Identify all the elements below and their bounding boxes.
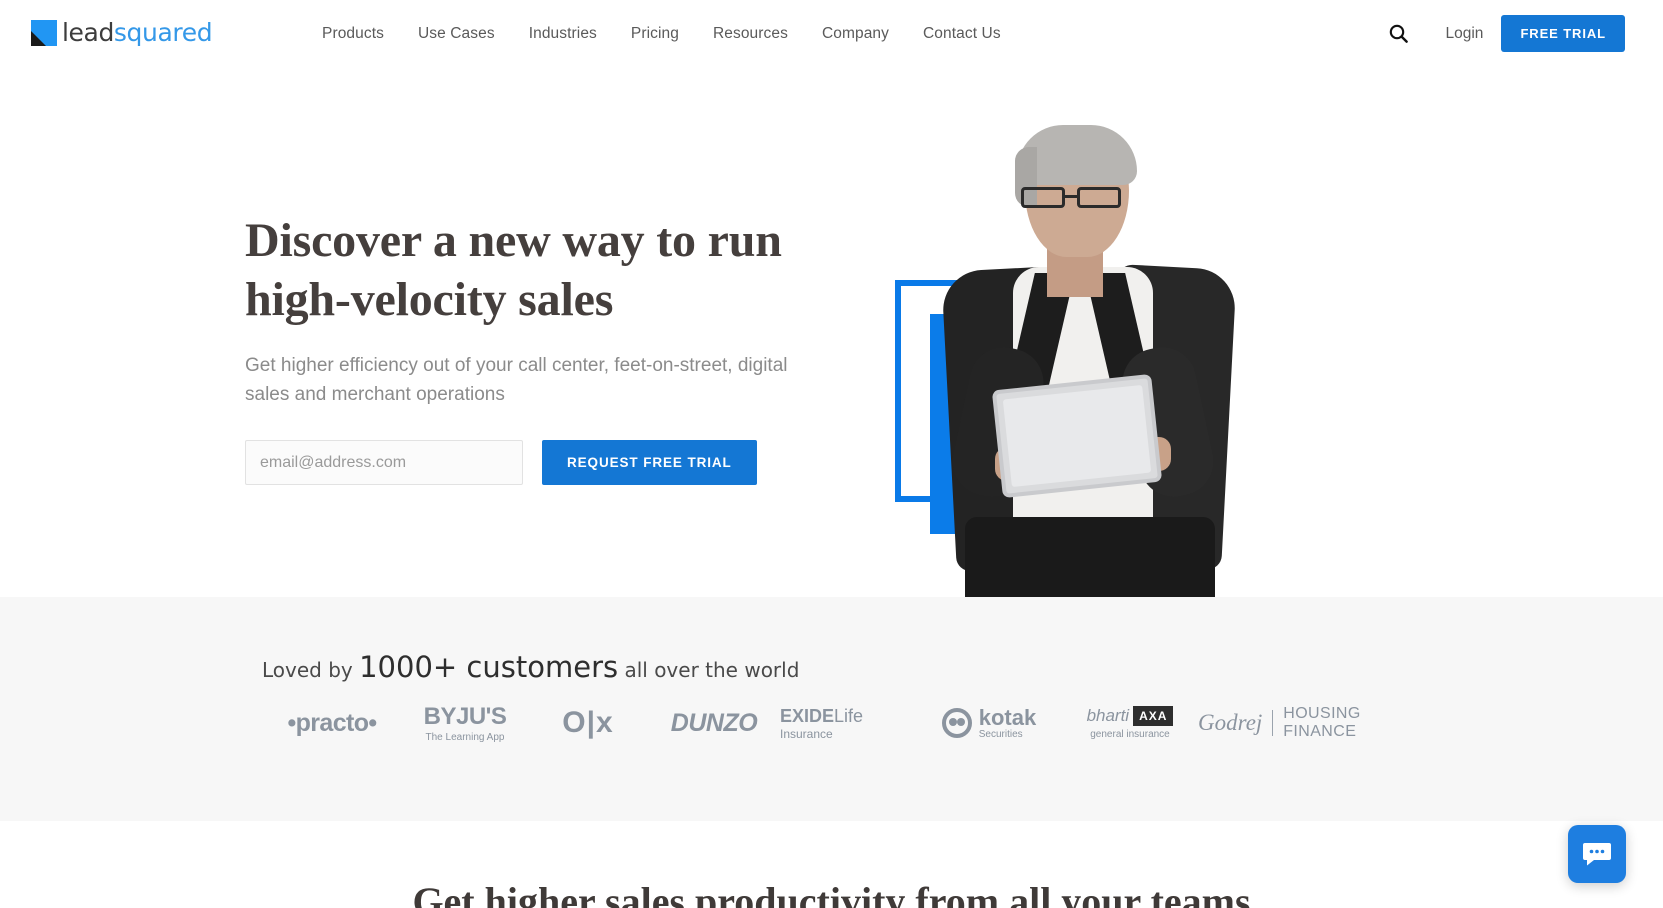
logo-housing-finance-text: HOUSING FINANCE [1283,705,1361,740]
logo-bharti-subtext: general insurance [1090,729,1170,740]
nav-item-resources[interactable]: Resources [696,25,805,43]
nav-item-use-cases[interactable]: Use Cases [401,25,512,43]
logo-byjus: BYJU'S The Learning App [402,695,528,751]
search-icon[interactable] [1382,17,1416,51]
productivity-section: Get higher sales productivity from all y… [0,821,1663,908]
logo-bharti-text: bharti [1086,706,1130,725]
chat-widget-button[interactable] [1568,825,1626,883]
nav-item-contact-us[interactable]: Contact Us [906,25,1018,43]
nav-item-pricing[interactable]: Pricing [614,25,696,43]
logo-axa-text: AXA [1133,706,1174,726]
logo-practo: •practo• [287,708,377,737]
main-navigation: Products Use Cases Industries Pricing Re… [305,0,1018,67]
glasses-icon [1021,187,1133,208]
logo-olx: O|x [562,706,614,739]
logo-divider [1272,710,1274,736]
customers-prefix: Loved by [262,658,360,682]
customers-suffix: all over the world [618,658,800,682]
nav-item-industries[interactable]: Industries [512,25,614,43]
customer-logo-row: •practo• BYJU'S The Learning App O|x DUN… [262,693,1392,753]
login-link[interactable]: Login [1428,25,1502,43]
nav-item-company[interactable]: Company [805,25,906,43]
logo-exide-life: EXIDELife Insurance [780,695,916,751]
hero-title: Discover a new way to run high-velocity … [245,212,845,329]
logo-byjus-text: BYJU'S [423,703,507,730]
logo-text: leadsquared [62,18,213,47]
logo-exide-subtext: Insurance [780,726,833,741]
kotak-mark-icon [941,708,972,738]
customers-count: 1000+ customers [359,650,619,684]
logo-kotak-text: kotak [978,704,1037,730]
leadsquared-logo-icon [31,20,57,46]
logo-kotak: kotak Securities [916,695,1062,751]
request-free-trial-button[interactable]: REQUEST FREE TRIAL [542,440,757,486]
customers-band: Loved by 1000+ customers all over the wo… [0,597,1663,821]
logo-bharti-axa: bharti AXA general insurance [1062,695,1198,751]
hero-title-line2: high-velocity sales [245,272,614,326]
nav-item-products[interactable]: Products [305,25,401,43]
logo-kotak-subtext: Securities [978,728,1023,740]
logo-byjus-subtext: The Learning App [425,732,505,743]
logo-godrej-housing-finance: Godrej HOUSING FINANCE [1198,695,1428,751]
chat-bubble-icon [1583,843,1611,866]
hero-section: Discover a new way to run high-velocity … [0,67,1663,597]
logo[interactable]: leadsquared [31,17,213,49]
logo-exide-text: EXIDE [780,705,835,726]
hero-title-line1: Discover a new way to run [245,214,782,267]
email-input[interactable] [245,440,523,486]
logo-dunzo: DUNZO [670,708,758,737]
logo-godrej-text: Godrej [1198,710,1263,735]
salesperson-photo [935,117,1275,597]
hero-subtitle: Get higher efficiency out of your call c… [245,355,788,405]
productivity-section-title: Get higher sales productivity from all y… [412,879,1251,908]
header-actions: Login FREE TRIAL [1382,0,1625,67]
free-trial-button[interactable]: FREE TRIAL [1501,15,1625,52]
hero-trial-form: REQUEST FREE TRIAL [245,440,845,486]
tablet-device [991,373,1163,499]
hero-copy: Discover a new way to run high-velocity … [245,212,845,486]
hero-illustration: CONTACT 7 mins ago Dave K Dropped off Ho… [860,117,1560,597]
trousers [965,517,1215,597]
customers-headline: Loved by 1000+ customers all over the wo… [262,650,799,684]
logo-exide-life-text: Life [834,705,864,726]
logo-text-lead: lead [62,18,114,47]
logo-text-squared: squared [113,18,213,47]
site-header: leadsquared Products Use Cases Industrie… [0,0,1663,67]
